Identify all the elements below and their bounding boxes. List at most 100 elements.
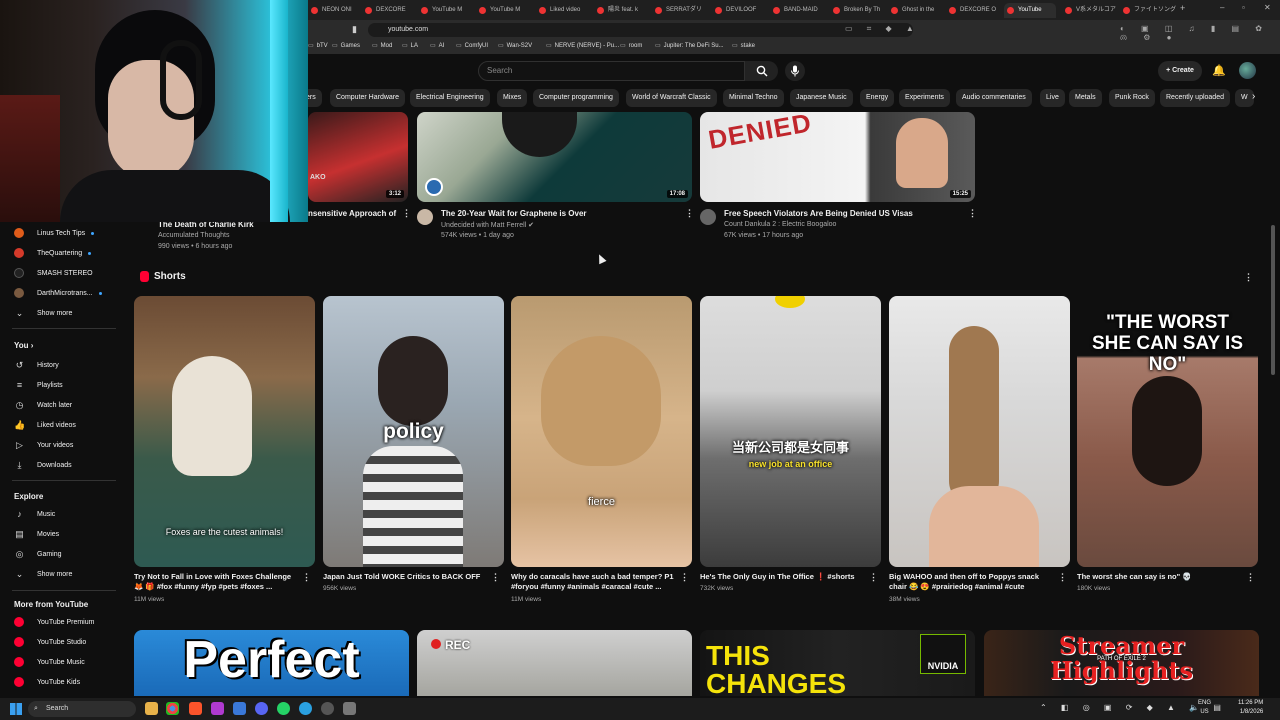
scrollbar-thumb[interactable] xyxy=(1271,225,1275,375)
browser-tab[interactable]: BAND-MAID xyxy=(770,3,823,18)
sidebar-item-history[interactable]: ↺ History xyxy=(14,360,59,371)
video-thumbnail[interactable]: REC xyxy=(417,630,692,696)
bookmark[interactable]: bTV xyxy=(308,42,328,49)
sidebar-item-studio[interactable]: YouTube Studio xyxy=(14,637,86,647)
chip[interactable]: Experiments xyxy=(899,89,950,107)
bookmark[interactable]: room xyxy=(620,42,643,49)
bookmark[interactable]: Wan-S2V xyxy=(498,42,532,49)
sidebar-subscription[interactable]: SMASH STEREO xyxy=(14,268,93,278)
sidebar-item-premium[interactable]: YouTube Premium xyxy=(14,617,94,627)
video-thumbnail[interactable]: THIS CHANGES NVIDIA xyxy=(700,630,975,696)
settings-gear-icon[interactable] xyxy=(343,702,356,715)
bookmark[interactable]: NERVE (NERVE) - Pu... xyxy=(546,42,619,49)
more-options-icon[interactable]: ⋮ xyxy=(869,572,878,583)
chip[interactable]: Recently uploaded xyxy=(1160,89,1230,107)
chrome-icon[interactable] xyxy=(166,702,179,715)
show-more-button[interactable]: ⌄ Show more xyxy=(14,569,73,580)
short-thumbnail[interactable]: 当新公司都是女同事 new job at an office xyxy=(700,296,881,567)
chip[interactable]: Japanese Music xyxy=(790,89,853,107)
sidebar-item-gaming[interactable]: ◎ Gaming xyxy=(14,549,62,560)
browser-tab[interactable]: Broken By Th xyxy=(830,3,885,18)
maximize-icon[interactable]: ▫ xyxy=(1242,3,1245,12)
search-input[interactable]: Search xyxy=(478,61,745,81)
app-icon[interactable] xyxy=(233,702,246,715)
bookmark[interactable]: ComfyUI xyxy=(456,42,488,49)
chip[interactable]: World of Warcraft Classic xyxy=(626,89,717,107)
sidebar-item-watch-later[interactable]: ◷ Watch later xyxy=(14,400,73,411)
chip[interactable]: Energy xyxy=(860,89,895,107)
whatsapp-icon[interactable] xyxy=(277,702,290,715)
short-title[interactable]: The worst she can say is no" 💀 xyxy=(1077,572,1243,582)
video-thumbnail[interactable]: Streamer Highlights PATH OF EXILE 2 xyxy=(984,630,1259,696)
brave-icon[interactable] xyxy=(189,702,202,715)
chip[interactable]: Metals xyxy=(1069,89,1102,107)
more-options-icon[interactable]: ⋮ xyxy=(491,572,500,583)
more-options-icon[interactable]: ⋮ xyxy=(680,572,689,583)
short-thumbnail[interactable]: Foxes are the cutest animals! xyxy=(134,296,315,567)
browser-tab[interactable]: DEVILOOF xyxy=(712,3,761,18)
bookmark[interactable]: Mod xyxy=(372,42,393,49)
sidebar-item-movies[interactable]: ▤ Movies xyxy=(14,529,59,540)
browser-tab-active[interactable]: YouTube xyxy=(1004,3,1056,18)
bookmark[interactable]: Games xyxy=(332,42,360,49)
short-thumbnail[interactable]: "THE WORST SHE CAN SAY IS NO" xyxy=(1077,296,1258,567)
short-title[interactable]: He's The Only Guy in The Office ❗ #short… xyxy=(700,572,866,582)
bookmark[interactable]: AI xyxy=(430,42,445,49)
video-thumbnail[interactable]: AKO 3:12 xyxy=(308,112,408,202)
more-options-icon[interactable]: ⋮ xyxy=(1058,572,1067,583)
chip[interactable]: W xyxy=(1235,89,1254,107)
short-thumbnail[interactable]: policy xyxy=(323,296,504,567)
sidebar-item-playlists[interactable]: ≡ Playlists xyxy=(14,380,63,391)
video-channel[interactable]: Undecided with Matt Ferrell ✔ xyxy=(441,221,534,229)
sidebar-item-music[interactable]: ♪ Music xyxy=(14,509,55,520)
create-button[interactable]: + Create xyxy=(1158,61,1202,81)
chevron-right-icon[interactable]: › xyxy=(1252,91,1255,102)
video-title[interactable]: nsensitive Approach of xyxy=(308,209,396,218)
chip[interactable]: ers xyxy=(308,89,322,107)
system-clock[interactable]: 11:26 PM 1/8/2026 xyxy=(1238,699,1263,717)
short-title[interactable]: Why do caracals have such a bad temper? … xyxy=(511,572,677,592)
chip[interactable]: Electrical Engineering xyxy=(410,89,490,107)
browser-tab[interactable]: YouTube M xyxy=(418,3,467,18)
video-channel[interactable]: Accumulated Thoughts xyxy=(158,232,229,239)
browser-tab[interactable]: YouTube M xyxy=(476,3,525,18)
telegram-icon[interactable] xyxy=(299,702,312,715)
obs-icon[interactable] xyxy=(321,702,334,715)
browser-tab[interactable]: Ghost in the xyxy=(888,3,939,18)
app-icon[interactable] xyxy=(211,702,224,715)
avatar[interactable] xyxy=(1239,62,1256,79)
sidebar-subscription[interactable]: Linus Tech Tips xyxy=(14,228,95,238)
voice-search-button[interactable] xyxy=(785,61,805,81)
more-options-icon[interactable]: ⋮ xyxy=(1246,572,1255,583)
sidebar-item-your-videos[interactable]: ▷ Your videos xyxy=(14,440,73,451)
chip[interactable]: Computer programming xyxy=(533,89,619,107)
more-options-icon[interactable]: ⋮ xyxy=(685,208,694,219)
notifications-bell-icon[interactable]: 🔔 xyxy=(1210,62,1228,80)
sidebar-subscription[interactable]: TheQuartering xyxy=(14,248,92,258)
video-channel[interactable]: Count Dankula 2 : Electric Boogaloo xyxy=(724,221,836,228)
video-title[interactable]: The 20-Year Wait for Graphene is Over xyxy=(441,209,587,218)
more-options-icon[interactable]: ⋮ xyxy=(302,572,311,583)
minimize-icon[interactable]: – xyxy=(1220,3,1224,12)
sidebar-item-downloads[interactable]: ⤓ Downloads xyxy=(14,460,72,471)
browser-tab[interactable]: DEXCORE xyxy=(362,3,411,18)
windows-start-icon[interactable] xyxy=(10,703,22,715)
sidebar-item-music-app[interactable]: YouTube Music xyxy=(14,657,85,667)
short-title[interactable]: Try Not to Fall in Love with Foxes Chall… xyxy=(134,572,300,592)
address-bar[interactable]: youtube.com xyxy=(368,23,913,37)
browser-tab[interactable]: V系メタルコア xyxy=(1062,3,1121,18)
video-thumbnail[interactable]: 17:08 xyxy=(417,112,692,202)
chip[interactable]: Minimal Techno xyxy=(723,89,784,107)
video-thumbnail[interactable]: Perfect xyxy=(134,630,409,696)
bookmark[interactable]: stake xyxy=(732,42,755,49)
chip[interactable]: Mixes xyxy=(497,89,528,107)
chip[interactable]: Punk Rock xyxy=(1109,89,1155,107)
bookmark[interactable]: LA xyxy=(402,42,418,49)
browser-tab[interactable]: NEON ONI xyxy=(308,3,357,18)
address-bar-actions-icon[interactable]: ▭ ⌗ ◆ ▲ xyxy=(845,24,920,34)
language-indicator[interactable]: ENG US xyxy=(1198,699,1211,717)
chip[interactable]: Live xyxy=(1040,89,1065,107)
chip[interactable]: Audio commentaries xyxy=(956,89,1032,107)
more-options-icon[interactable]: ⋮ xyxy=(968,208,977,219)
browser-tab[interactable]: ファイトソング xyxy=(1120,3,1181,18)
